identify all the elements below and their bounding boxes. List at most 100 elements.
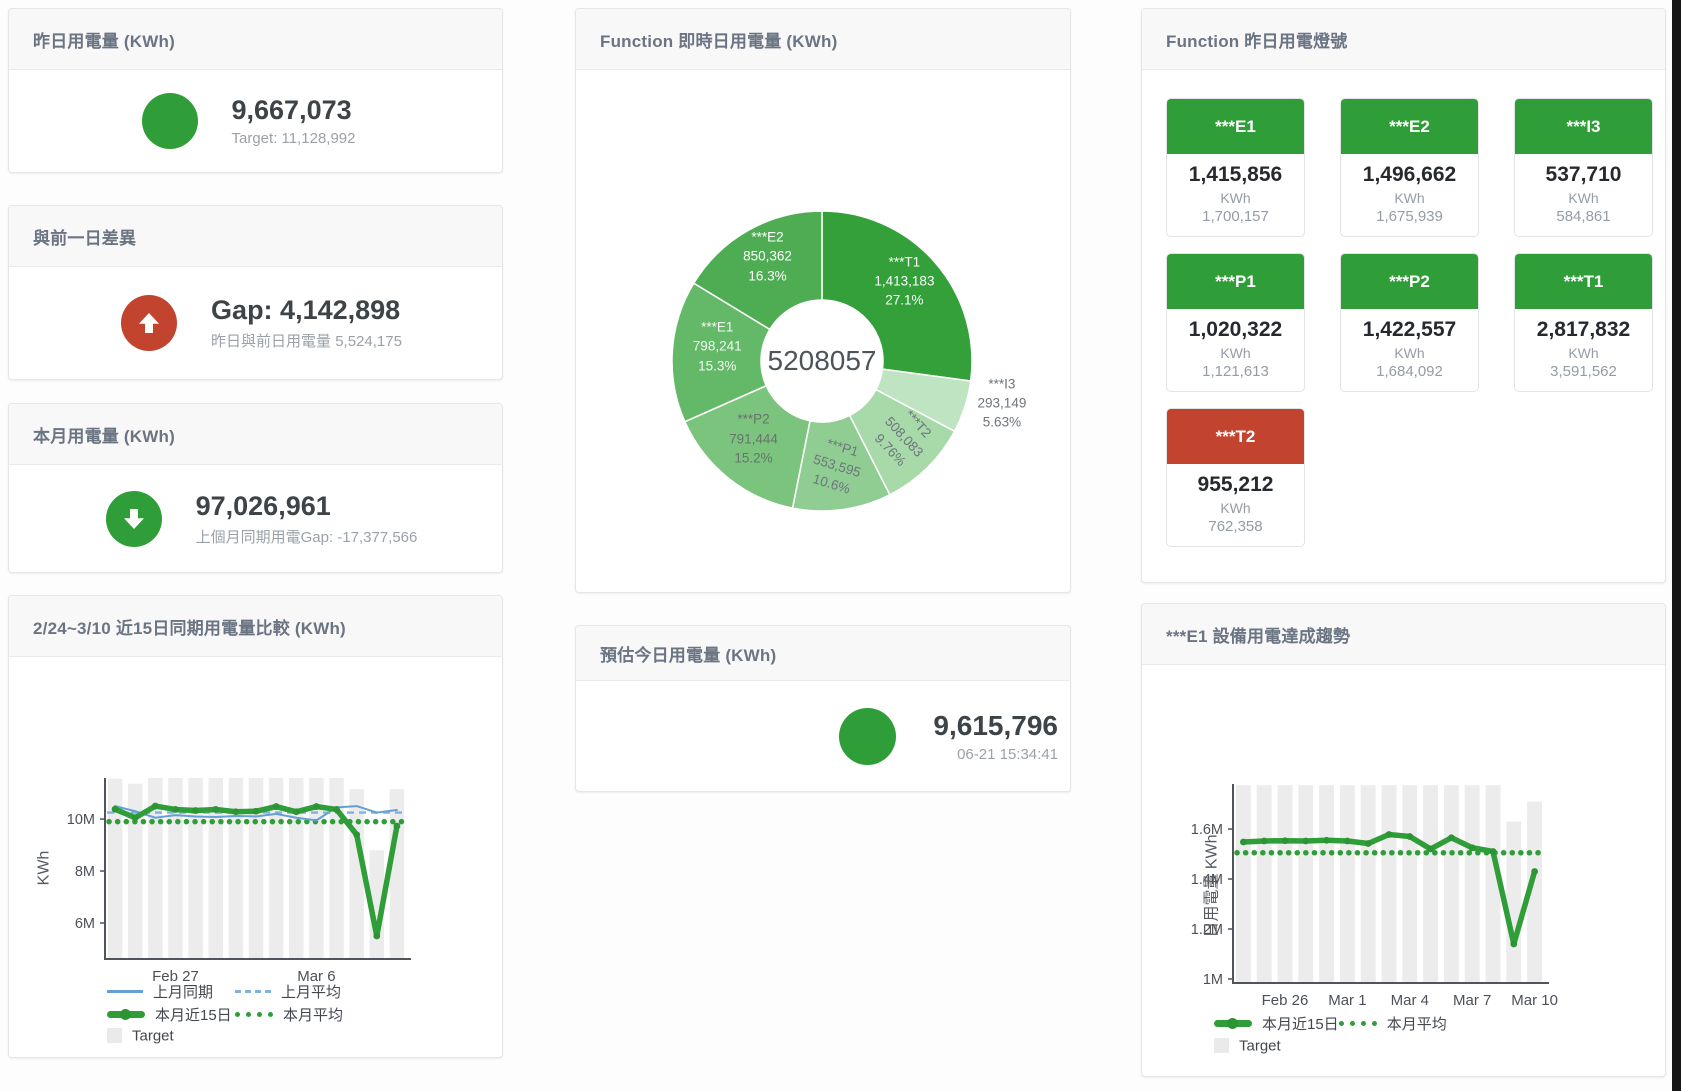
donut-chart[interactable]: ***T11,413,18327.1%***I3293,1495.63%***T… bbox=[576, 9, 1070, 592]
svg-text:Mar 7: Mar 7 bbox=[1453, 992, 1491, 1009]
light-card-body: 955,212KWh762,358 bbox=[1167, 464, 1304, 546]
legend-item[interactable]: 上月同期 bbox=[107, 981, 235, 1002]
y-axis-label: KWh bbox=[35, 851, 53, 886]
month-usage-gap: 上個月同期用電Gap: -17,377,566 bbox=[196, 526, 418, 547]
light-card-value: 1,422,557 bbox=[1343, 318, 1476, 342]
legend-marker-square bbox=[107, 1028, 122, 1043]
light-card-unit: KWh bbox=[1169, 190, 1302, 206]
compare-chart-plot[interactable]: 10M8M6MFeb 27Mar 6KWh上月同期上月平均本月近15日本月平均T… bbox=[9, 596, 502, 1057]
svg-text:6M: 6M bbox=[75, 916, 95, 932]
legend-label: 本月近15日 bbox=[1262, 1016, 1339, 1033]
legend-item[interactable]: 上月平均 bbox=[235, 981, 363, 1002]
estimate-timestamp: 06-21 15:34:41 bbox=[928, 746, 1058, 763]
donut-label-pct: 27.1% bbox=[874, 291, 934, 310]
trend-chart-plot[interactable]: 1.6M1.4M1.2M1MFeb 26Mar 1Mar 4Mar 7Mar 1… bbox=[1142, 604, 1665, 1076]
donut-label-pct: 15.3% bbox=[693, 356, 742, 375]
light-card-body: 1,422,557KWh1,684,092 bbox=[1341, 309, 1478, 391]
donut-slice-label: ***E2850,36216.3% bbox=[743, 228, 792, 285]
status-circle-green bbox=[839, 708, 896, 765]
svg-text:1M: 1M bbox=[1203, 972, 1223, 988]
day-gap-sub: 昨日與前日用電量 5,524,175 bbox=[211, 330, 402, 351]
light-card-header: ***P2 bbox=[1341, 254, 1478, 309]
light-card-unit: KWh bbox=[1517, 345, 1650, 361]
yesterday-usage-value: 9,667,073 bbox=[232, 95, 382, 126]
arrow-up-icon bbox=[121, 295, 177, 351]
light-card-T2[interactable]: ***T2955,212KWh762,358 bbox=[1166, 408, 1305, 547]
donut-label-value: 1,413,183 bbox=[874, 271, 934, 290]
light-card-unit: KWh bbox=[1343, 190, 1476, 206]
donut-label-value: 798,241 bbox=[693, 337, 742, 356]
donut-label-name: ***T1 bbox=[874, 252, 934, 271]
legend-marker-dash bbox=[235, 990, 271, 993]
light-card-header: ***E2 bbox=[1341, 99, 1478, 154]
legend-marker-thick bbox=[1214, 1020, 1252, 1027]
card-day-gap-header: 與前一日差異 bbox=[9, 206, 502, 267]
lights-grid: ***E11,415,856KWh1,700,157***E21,496,662… bbox=[1142, 9, 1665, 582]
legend-item[interactable]: Target bbox=[1214, 1037, 1326, 1055]
donut-label-value: 850,362 bbox=[743, 247, 792, 266]
donut-label-name: ***P2 bbox=[729, 410, 778, 429]
day-gap-value: Gap: 4,142,898 bbox=[211, 295, 402, 326]
light-card-unit: KWh bbox=[1169, 345, 1302, 361]
light-card-target: 584,861 bbox=[1517, 208, 1650, 225]
card-yesterday-usage: 昨日用電量 (KWh) 9,667,073 Target: 11,128,992 bbox=[8, 8, 503, 173]
light-card-target: 3,591,562 bbox=[1517, 363, 1650, 380]
light-card-value: 1,020,322 bbox=[1169, 318, 1302, 342]
card-yesterday-header: 昨日用電量 (KWh) bbox=[9, 9, 502, 70]
legend-marker-line bbox=[107, 990, 143, 993]
light-card-unit: KWh bbox=[1517, 190, 1650, 206]
chart-legend-row: 上月同期 上月平均 bbox=[107, 981, 363, 1002]
arrow-down-icon bbox=[106, 491, 162, 547]
legend-marker-dots bbox=[1339, 1021, 1377, 1026]
donut-label-value: 293,149 bbox=[978, 393, 1027, 412]
light-card-value: 955,212 bbox=[1169, 473, 1302, 497]
donut-label-pct: 16.3% bbox=[743, 266, 792, 285]
light-card-target: 762,358 bbox=[1169, 518, 1302, 535]
panel-compare-chart: 2/24~3/10 近15日同期用電量比較 (KWh) 10M8M6MFeb 2… bbox=[8, 595, 503, 1058]
legend-label: 上月同期 bbox=[153, 984, 213, 1001]
light-card-P1[interactable]: ***P11,020,322KWh1,121,613 bbox=[1166, 253, 1305, 392]
svg-text:8M: 8M bbox=[75, 864, 95, 880]
legend-item[interactable]: Target bbox=[107, 1027, 235, 1045]
donut-label-pct: 15.2% bbox=[729, 448, 778, 467]
legend-item[interactable]: 本月平均 bbox=[1339, 1013, 1451, 1034]
light-card-P2[interactable]: ***P21,422,557KWh1,684,092 bbox=[1340, 253, 1479, 392]
donut-slice-label: ***E1798,24115.3% bbox=[693, 318, 742, 375]
legend-label: 上月平均 bbox=[281, 984, 341, 1001]
donut-center-total: 5208057 bbox=[767, 345, 876, 377]
donut-label-name: ***E2 bbox=[743, 228, 792, 247]
card-day-gap: 與前一日差異 Gap: 4,142,898 昨日與前日用電量 5,524,175 bbox=[8, 205, 503, 380]
light-card-header: ***E1 bbox=[1167, 99, 1304, 154]
light-card-header: ***P1 bbox=[1167, 254, 1304, 309]
chart-legend-row: Target bbox=[1214, 1037, 1326, 1055]
svg-text:Mar 4: Mar 4 bbox=[1391, 992, 1429, 1009]
light-card-target: 1,684,092 bbox=[1343, 363, 1476, 380]
legend-marker-thick bbox=[107, 1011, 145, 1018]
light-card-header: ***I3 bbox=[1515, 99, 1652, 154]
donut-slice-label: ***P2791,44415.2% bbox=[729, 410, 778, 467]
card-day-gap-title: 與前一日差異 bbox=[33, 224, 136, 249]
light-card-T1[interactable]: ***T12,817,832KWh3,591,562 bbox=[1514, 253, 1653, 392]
light-card-header: ***T2 bbox=[1167, 409, 1304, 464]
svg-text:Mar 10: Mar 10 bbox=[1511, 992, 1558, 1009]
chart-legend-row: Target bbox=[107, 1027, 235, 1045]
light-card-target: 1,700,157 bbox=[1169, 208, 1302, 225]
light-card-I3[interactable]: ***I3 537,710 KWh 584,861 bbox=[1514, 98, 1653, 237]
light-card-body: 1,020,322KWh1,121,613 bbox=[1167, 309, 1304, 391]
legend-label: Target bbox=[1239, 1037, 1281, 1054]
light-card-value: 2,817,832 bbox=[1517, 318, 1650, 342]
light-card-E2[interactable]: ***E21,496,662KWh1,675,939 bbox=[1340, 98, 1479, 237]
card-estimate-header: 預估今日用電量 (KWh) bbox=[576, 626, 1070, 681]
light-card-body: 1,496,662KWh1,675,939 bbox=[1341, 154, 1478, 236]
light-card-value: 537,710 bbox=[1517, 163, 1650, 187]
donut-label-name: ***I3 bbox=[978, 374, 1027, 393]
legend-item[interactable]: 本月平均 bbox=[235, 1004, 363, 1025]
panel-donut: Function 即時日用電量 (KWh) ***T11,413,18327.1… bbox=[575, 8, 1071, 593]
donut-label-value: 791,444 bbox=[729, 429, 778, 448]
legend-label: 本月近15日 bbox=[155, 1007, 232, 1024]
legend-item[interactable]: 本月近15日 bbox=[1214, 1013, 1339, 1034]
legend-marker-dots bbox=[235, 1012, 273, 1017]
month-usage-value: 97,026,961 bbox=[196, 491, 418, 522]
legend-item[interactable]: 本月近15日 bbox=[107, 1004, 235, 1025]
light-card-E1[interactable]: ***E11,415,856KWh1,700,157 bbox=[1166, 98, 1305, 237]
